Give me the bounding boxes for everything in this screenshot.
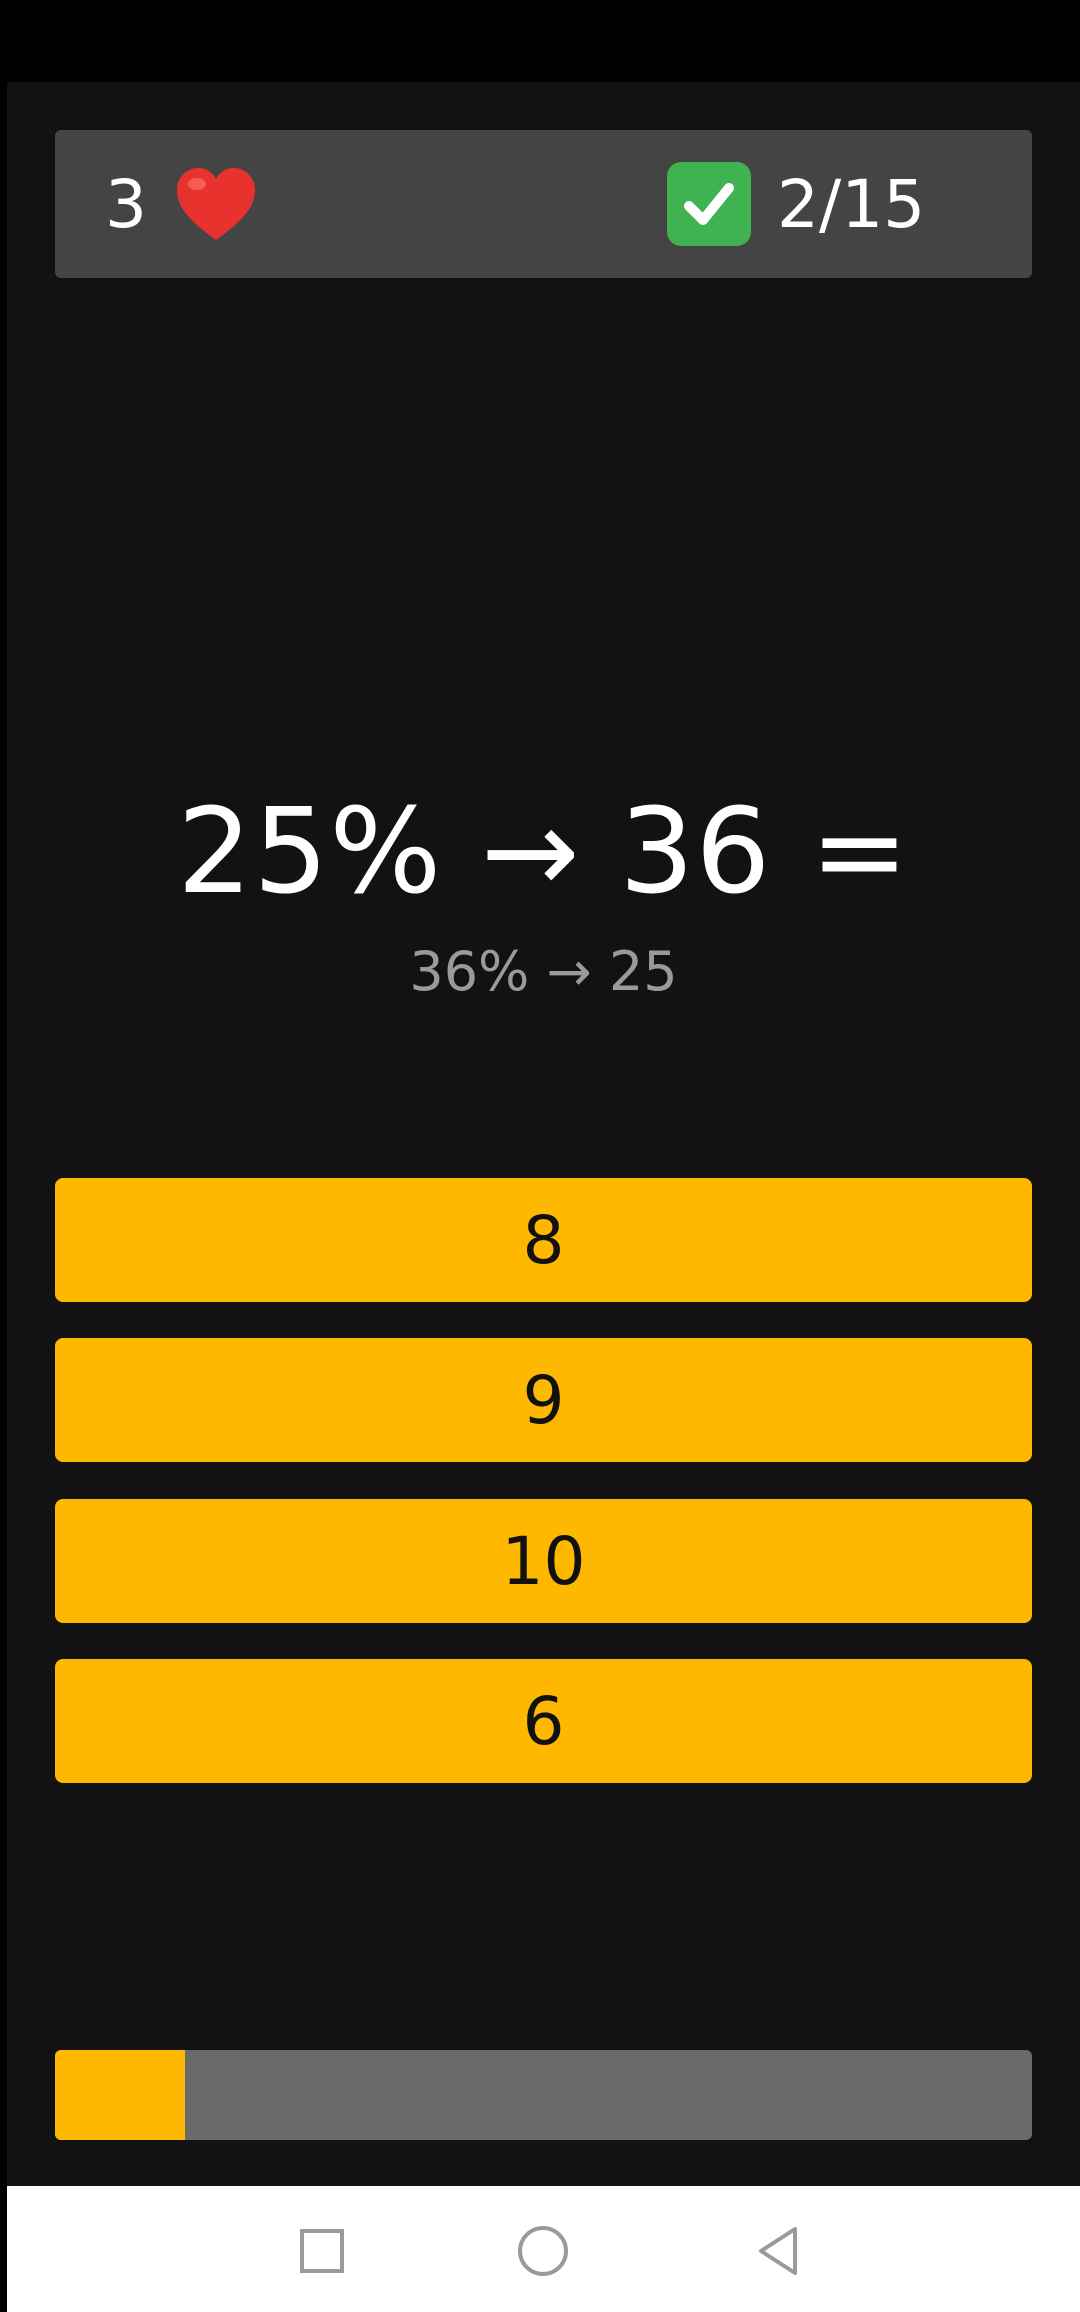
recents-button[interactable] [287, 2216, 357, 2286]
question-text: 25% → 36 = [177, 782, 910, 920]
answer-button-2[interactable]: 9 [55, 1338, 1032, 1462]
answered-count: 2/15 [667, 130, 925, 278]
square-icon [300, 2229, 344, 2273]
status-bar [0, 0, 1080, 82]
circle-icon [518, 2226, 568, 2276]
score-header: 3 2/15 [55, 130, 1032, 278]
back-button[interactable] [743, 2216, 813, 2286]
answered-count-text: 2/15 [777, 165, 926, 243]
system-navigation-bar [7, 2186, 1080, 2312]
triangle-back-icon [759, 2227, 797, 2275]
check-mark-button-icon [667, 162, 751, 246]
lives-indicator: 3 [105, 130, 259, 278]
lives-count: 3 [105, 165, 147, 243]
quiz-screen: 3 2/15 25% → 36 = 36% → 25 8 9 10 6 [7, 82, 1080, 2186]
answer-button-1[interactable]: 8 [55, 1178, 1032, 1302]
home-button[interactable] [508, 2216, 578, 2286]
question-hint: 36% → 25 [409, 940, 678, 1003]
answer-button-3[interactable]: 10 [55, 1499, 1032, 1623]
progress-bar-fill [55, 2050, 186, 2140]
answer-button-4[interactable]: 6 [55, 1659, 1032, 1783]
heart-icon [177, 168, 255, 240]
progress-bar [55, 2050, 1032, 2140]
